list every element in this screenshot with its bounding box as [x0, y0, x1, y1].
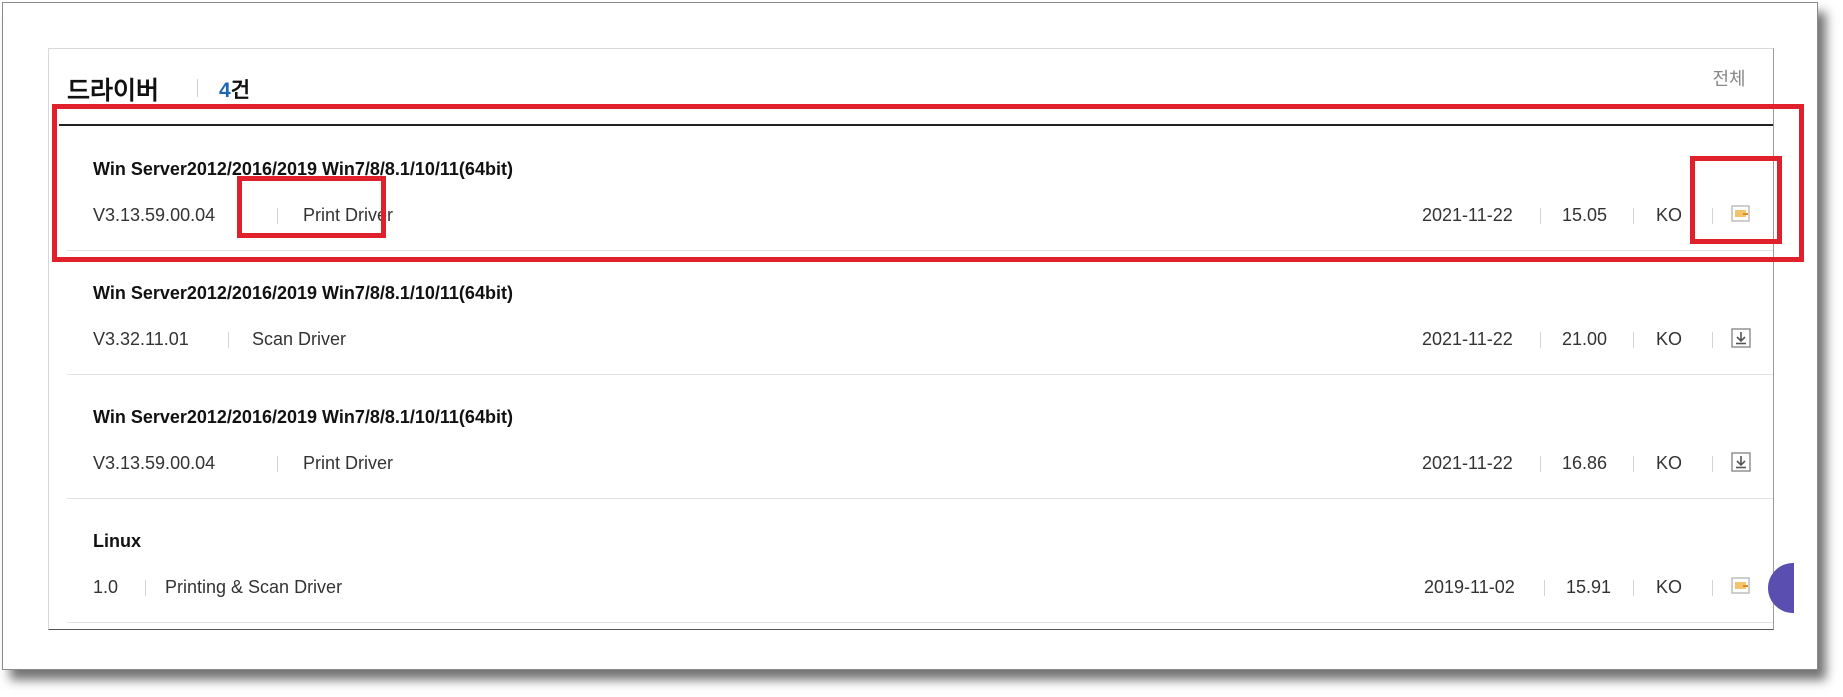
result-count: 4건 — [219, 74, 250, 104]
driver-date: 2021-11-22 — [1422, 205, 1513, 225]
driver-version: 1.0 — [93, 577, 119, 597]
driver-version: V3.32.11.01 — [93, 329, 189, 349]
version-divider — [277, 456, 278, 472]
document-icon[interactable] — [1730, 575, 1752, 597]
version-divider — [277, 208, 278, 224]
driver-panel: 드라이버 4건 전체 Win Server2012/2016/2019 Win7… — [48, 48, 1774, 630]
count-unit: 건 — [230, 79, 251, 102]
driver-name: Win Server2012/2016/2019 Win7/8/8.1/10/1… — [93, 159, 513, 179]
divider — [1712, 456, 1713, 472]
divider — [1633, 332, 1634, 348]
driver-row: Win Server2012/2016/2019 Win7/8/8.1/10/1… — [67, 374, 1773, 499]
driver-size: 15.05 — [1562, 205, 1608, 225]
driver-size: 21.00 — [1562, 329, 1608, 349]
title-divider — [197, 79, 198, 97]
driver-date: 2021-11-22 — [1422, 453, 1513, 473]
driver-row: Win Server2012/2016/2019 Win7/8/8.1/10/1… — [67, 126, 1773, 251]
download-icon[interactable] — [1730, 327, 1752, 349]
driver-version: V3.13.59.00.04 — [93, 205, 216, 225]
driver-type: Print Driver — [303, 453, 394, 473]
divider — [1633, 208, 1634, 224]
driver-row: Win Server2012/2016/2019 Win7/8/8.1/10/1… — [67, 250, 1773, 375]
divider — [1544, 580, 1545, 596]
filter-all-tab[interactable]: 전체 — [1684, 67, 1774, 106]
divider — [1540, 456, 1541, 472]
driver-language: KO — [1656, 577, 1683, 597]
divider — [1633, 456, 1634, 472]
divider — [1712, 332, 1713, 348]
divider — [1712, 580, 1713, 596]
driver-name: Win Server2012/2016/2019 Win7/8/8.1/10/1… — [93, 283, 513, 303]
driver-type: Printing & Scan Driver — [165, 577, 343, 597]
driver-version: V3.13.59.00.04 — [93, 453, 216, 473]
driver-type: Scan Driver — [252, 329, 347, 349]
driver-name: Linux — [93, 531, 141, 551]
driver-date: 2021-11-22 — [1422, 329, 1513, 349]
document-icon[interactable] — [1730, 203, 1752, 225]
driver-date: 2019-11-02 — [1424, 577, 1515, 597]
driver-language: KO — [1656, 205, 1683, 225]
section-title: 드라이버 — [67, 77, 160, 105]
version-divider — [228, 332, 229, 348]
driver-size: 16.86 — [1562, 453, 1608, 473]
count-number: 4 — [219, 79, 231, 102]
divider — [1540, 208, 1541, 224]
driver-language: KO — [1656, 453, 1683, 473]
driver-language: KO — [1656, 329, 1683, 349]
version-divider — [145, 580, 146, 596]
divider — [1712, 208, 1713, 224]
download-icon[interactable] — [1730, 451, 1752, 473]
driver-name: Win Server2012/2016/2019 Win7/8/8.1/10/1… — [93, 407, 513, 427]
driver-row: Linux 1.0 Printing & Scan Driver 2019-11… — [67, 498, 1773, 623]
divider — [1540, 332, 1541, 348]
screenshot-frame: 드라이버 4건 전체 Win Server2012/2016/2019 Win7… — [2, 2, 1818, 670]
divider — [1633, 580, 1634, 596]
driver-type: Print Driver — [303, 205, 394, 225]
driver-size: 15.91 — [1566, 577, 1612, 597]
